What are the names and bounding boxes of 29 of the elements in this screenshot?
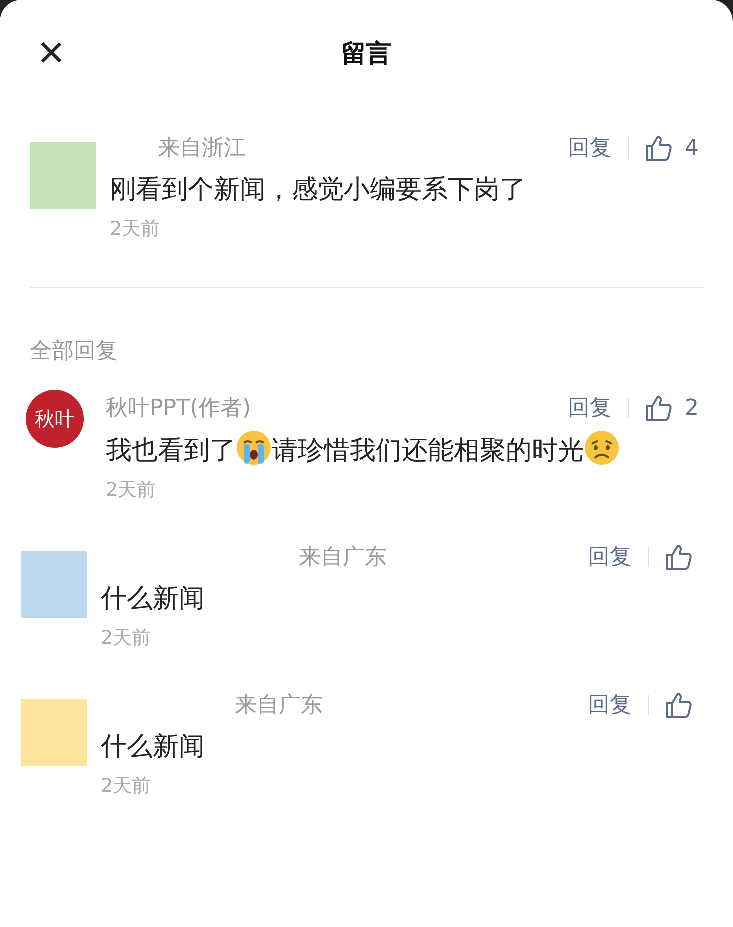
timestamp: 2天前 (101, 626, 152, 651)
comment-text: 我也看到了 (106, 436, 236, 466)
timestamp: 2天前 (110, 217, 162, 242)
timestamp: 2天前 (101, 774, 152, 799)
comment-text: 什么新闻 (101, 584, 205, 614)
thumbs-up-icon[interactable] (665, 543, 693, 571)
close-button[interactable]: × (34, 30, 69, 74)
section-title: 全部回复 (30, 338, 119, 366)
reply-link[interactable]: 回复 (588, 542, 632, 572)
reply-link[interactable]: 回复 (568, 393, 612, 423)
frowning-face-icon (584, 430, 620, 466)
thumbs-up-icon[interactable] (645, 134, 673, 162)
reply-link[interactable]: 回复 (568, 133, 612, 163)
author-name: 秋叶PPT(作者) (106, 395, 252, 423)
reply-link[interactable]: 回复 (588, 690, 632, 720)
timestamp: 2天前 (106, 478, 158, 503)
location-label: 来自广东 (299, 544, 387, 572)
comment-text: 刚看到个新闻，感觉小编要系下岗了 (110, 175, 526, 205)
location-label: 来自广东 (235, 692, 323, 720)
page-title: 留言 (342, 38, 392, 70)
location-label: 来自浙江 (158, 135, 246, 163)
comment-text: 什么新闻 (101, 732, 205, 762)
comment-text: 请珍惜我们还能相聚的时光 (272, 436, 584, 466)
thumbs-up-icon[interactable] (665, 691, 693, 719)
avatar: 秋叶 (26, 390, 84, 448)
like-count: 2 (685, 396, 699, 420)
thumbs-up-icon[interactable] (645, 394, 673, 422)
crying-face-icon (236, 430, 272, 466)
like-count: 4 (685, 136, 699, 160)
